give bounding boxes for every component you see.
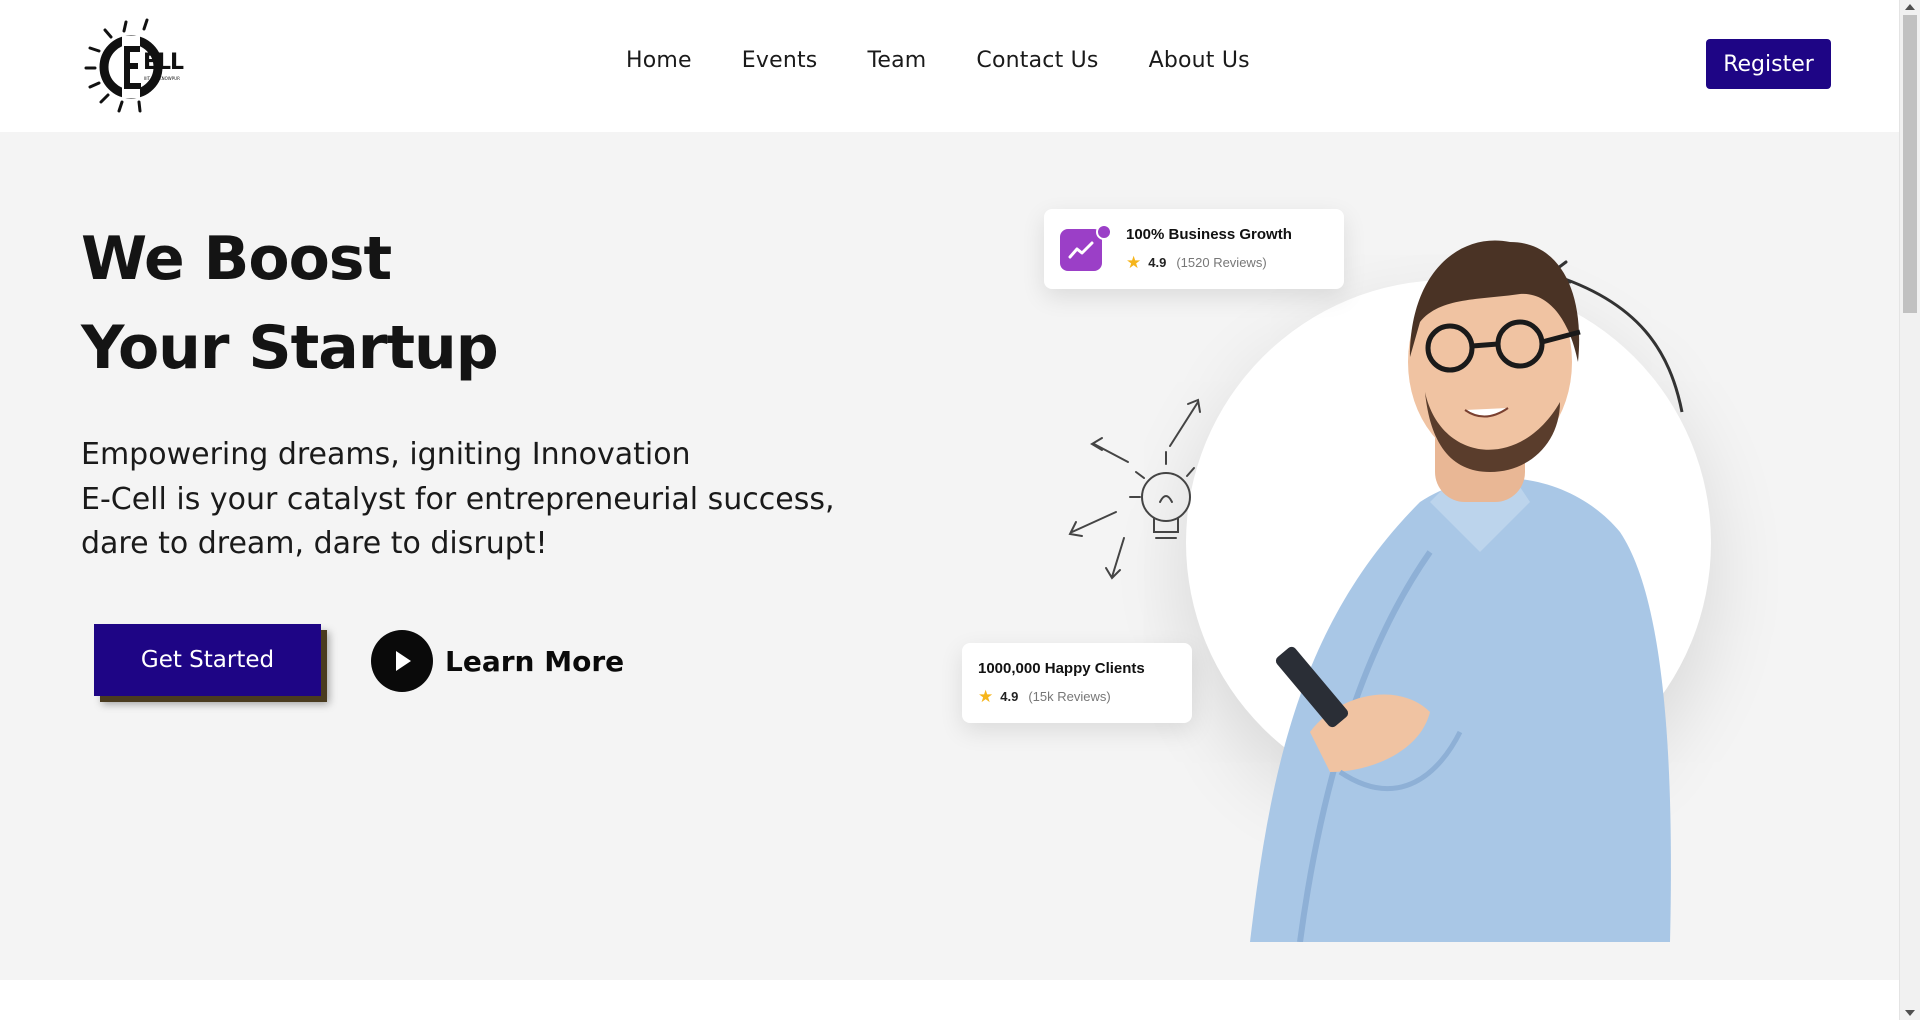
happy-clients-card: 1000,000 Happy Clients ★ 4.9 (15k Review…	[962, 643, 1192, 723]
hero-title-line2: Your Startup	[81, 313, 499, 383]
hero-subtitle-line1: Empowering dreams, igniting Innovation	[81, 437, 691, 472]
clients-card-rating: ★ 4.9 (15k Reviews)	[978, 688, 1111, 705]
learn-more-button[interactable]: Learn More	[371, 630, 624, 692]
growth-rating-value: 4.9	[1148, 255, 1167, 270]
logo-tagline: IIIT LUCKNOWPUR	[144, 76, 180, 81]
ecell-logo[interactable]: ELL IIIT LUCKNOWPUR	[84, 16, 204, 114]
growth-review-count: (1520 Reviews)	[1176, 255, 1267, 270]
logo-text: ELL	[143, 50, 184, 75]
get-started-button[interactable]: Get Started	[94, 624, 321, 696]
nav-events[interactable]: Events	[742, 48, 818, 73]
nav-contact-us[interactable]: Contact Us	[976, 48, 1098, 73]
star-icon: ★	[1126, 253, 1142, 272]
learn-more-label: Learn More	[445, 644, 625, 678]
notification-dot-icon	[1096, 224, 1112, 240]
nav-home[interactable]: Home	[626, 48, 692, 73]
growth-card-title: 100% Business Growth	[1126, 226, 1292, 243]
play-icon[interactable]	[371, 630, 433, 692]
hero-title-line1: We Boost	[81, 224, 392, 294]
star-icon: ★	[978, 687, 994, 706]
nav-team[interactable]: Team	[867, 48, 926, 73]
next-section	[0, 980, 1900, 1020]
clients-review-count: (15k Reviews)	[1028, 689, 1111, 704]
business-growth-card: 100% Business Growth ★ 4.9 (1520 Reviews…	[1044, 209, 1344, 289]
hero-subtitle-line3: dare to dream, dare to disrupt!	[81, 526, 548, 561]
site-header: ELL IIIT LUCKNOWPUR Home Events Team Con…	[0, 0, 1900, 132]
page-scrollbar[interactable]	[1899, 0, 1920, 1020]
growth-card-rating: ★ 4.9 (1520 Reviews)	[1126, 254, 1267, 271]
scroll-down-arrow-icon[interactable]	[1905, 1010, 1915, 1016]
clients-card-title: 1000,000 Happy Clients	[978, 660, 1145, 677]
nav-about-us[interactable]: About Us	[1149, 48, 1250, 73]
main-nav: Home Events Team Contact Us About Us	[626, 48, 1300, 73]
trending-chart-icon	[1060, 229, 1102, 271]
scrollbar-thumb[interactable]	[1903, 15, 1917, 313]
scroll-up-arrow-icon[interactable]	[1905, 4, 1915, 10]
hero-subtitle-line2: E-Cell is your catalyst for entrepreneur…	[81, 482, 835, 517]
hero-section: We Boost Your Startup Empowering dreams,…	[0, 132, 1900, 980]
clients-rating-value: 4.9	[1000, 689, 1019, 704]
register-button[interactable]: Register	[1706, 39, 1831, 89]
